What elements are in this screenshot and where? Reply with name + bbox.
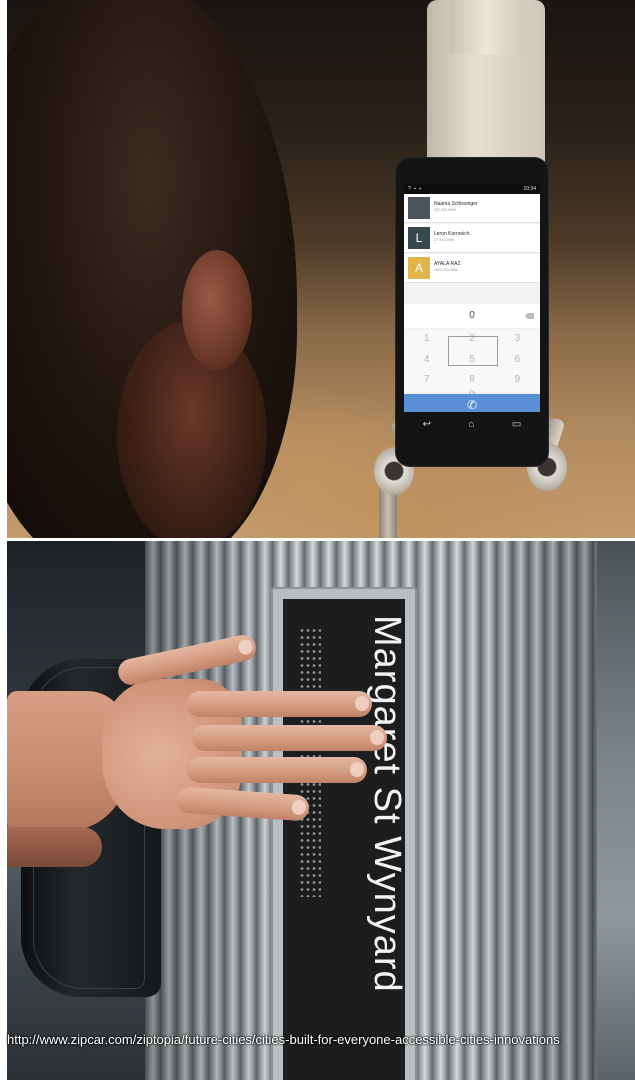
fingernail [291, 799, 307, 816]
contact-number: 07-332-9656 [434, 238, 454, 242]
android-nav-bar: ↩ ⌂ ▭ [404, 414, 540, 434]
key-4[interactable]: 4 [404, 351, 449, 372]
sleeve [7, 827, 102, 867]
phone-screen: ? ▪ ▪ 10:34 Naama Schlesinger 052-332-96… [404, 184, 540, 412]
braille-street-sign-photo: Margaret St Wynyard [7, 541, 635, 1080]
backspace-icon[interactable] [525, 313, 534, 319]
contact-number: 0602-332-9656 [434, 268, 458, 272]
contact-row[interactable]: Naama Schlesinger 052-332-9656 [404, 194, 540, 223]
back-icon[interactable]: ↩ [423, 419, 431, 430]
contact-name: Leron Kornreich [434, 231, 470, 237]
contact-row[interactable]: A AYALA RAZ 0602-332-9656 [404, 254, 540, 283]
call-bar[interactable]: ✆ [404, 394, 540, 412]
phone-call-icon[interactable]: ✆ [465, 398, 479, 412]
status-icons: ? ▪ ▪ [408, 186, 423, 192]
key-7[interactable]: 7 [404, 371, 449, 392]
contact-avatar [408, 197, 430, 219]
finger-ring [187, 757, 367, 783]
contact-avatar: A [408, 257, 430, 279]
finger-middle [192, 725, 387, 751]
contact-avatar: L [408, 227, 430, 249]
fingernail [237, 638, 254, 656]
recents-icon[interactable]: ▭ [512, 419, 521, 430]
key-9[interactable]: 9 [495, 371, 540, 392]
fingernail [355, 696, 369, 711]
status-bar: ? ▪ ▪ 10:34 [404, 184, 540, 194]
key-1[interactable]: 1 [404, 330, 449, 351]
key-3[interactable]: 3 [495, 330, 540, 351]
person-ear [182, 250, 252, 370]
contact-number: 052-332-9656 [434, 208, 456, 212]
smartphone: ? ▪ ▪ 10:34 Naama Schlesinger 052-332-96… [396, 158, 548, 466]
dialed-digits: 0 [469, 310, 475, 321]
phone-mount-clamp [427, 0, 545, 170]
home-icon[interactable]: ⌂ [468, 419, 474, 430]
contact-name: AYALA RAZ [434, 261, 461, 267]
key-selection-frame [448, 336, 498, 366]
key-6[interactable]: 6 [495, 351, 540, 372]
finger-index [187, 691, 372, 717]
source-url-caption: http://www.zipcar.com/ziptopia/future-ci… [7, 1032, 560, 1047]
street-background-right [592, 541, 635, 1080]
hand-reading-braille [7, 632, 387, 869]
contact-row[interactable]: L Leron Kornreich 07-332-9656 [404, 224, 540, 253]
fingernail [370, 730, 384, 745]
fingernail [350, 762, 364, 777]
phone-head-mouse-photo: ? ▪ ▪ 10:34 Naama Schlesinger 052-332-96… [7, 0, 635, 538]
status-time: 10:34 [523, 186, 536, 192]
dialed-number-display: 0 [404, 304, 540, 328]
contact-name: Naama Schlesinger [434, 201, 478, 207]
